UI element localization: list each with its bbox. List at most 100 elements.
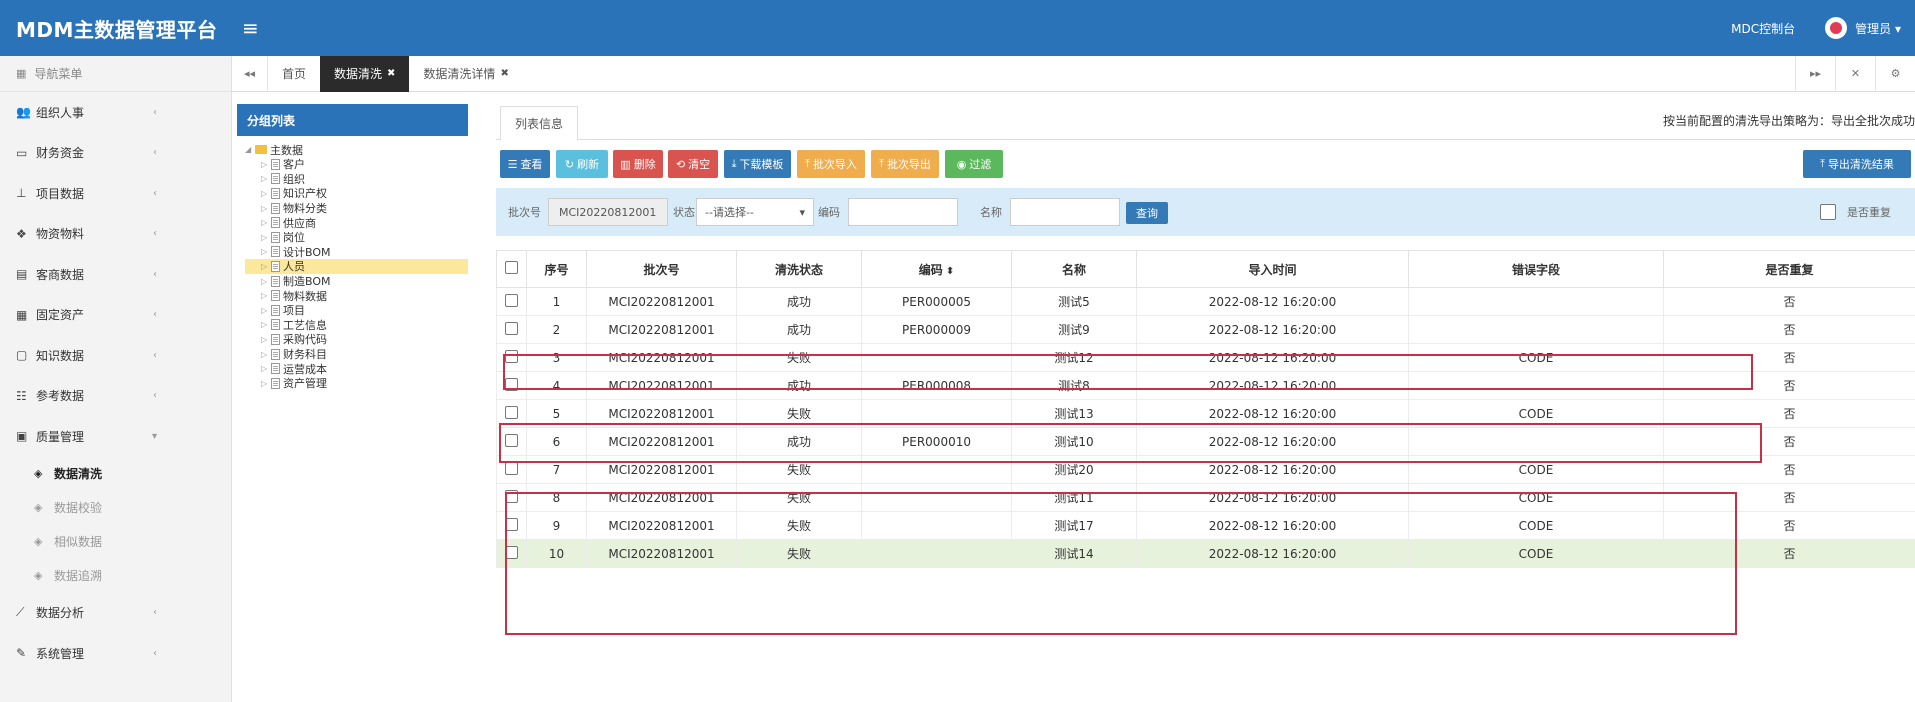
tree-node[interactable]: ▷ 项目 [245, 303, 468, 318]
code-input[interactable] [848, 198, 958, 226]
tree-expand-icon[interactable]: ▷ [261, 204, 271, 213]
tree-expand-icon[interactable]: ◢ [245, 145, 255, 154]
refresh-button[interactable]: ↻ 刷新 [556, 150, 608, 178]
row-select-cell[interactable] [496, 427, 527, 456]
tree-expand-icon[interactable]: ▷ [261, 277, 271, 286]
clear-button[interactable]: ⟲ 清空 [668, 150, 718, 178]
row-checkbox[interactable] [505, 377, 518, 391]
row-select-cell[interactable] [496, 539, 527, 568]
repeat-checkbox[interactable] [1820, 204, 1836, 220]
table-row[interactable]: 2 MCI20220812001 成功 PER000009 测试9 2022-08-12 … [496, 315, 1915, 344]
table-row[interactable]: 3 MCI20220812001 失败 测试12 2022-08-12 16:20:00… [496, 343, 1915, 372]
tree-expand-icon[interactable]: ▷ [261, 364, 271, 373]
tree-node[interactable]: ▷ 物料分类 [245, 201, 468, 216]
tree-node[interactable]: ▷ 供应商 [245, 215, 468, 230]
tree-node[interactable]: ▷ 客户 [245, 157, 468, 172]
table-row[interactable]: 6 MCI20220812001 成功 PER000010 测试10 2022-08-12… [496, 427, 1915, 456]
sidebar-item-1[interactable]: ▭ 财务资金 ‹ [0, 133, 231, 174]
close-icon[interactable]: ✖ [387, 68, 395, 79]
tab-list-info[interactable]: 列表信息 [500, 106, 579, 141]
tree-expand-icon[interactable]: ▷ [261, 262, 271, 271]
sidebar-item-6[interactable]: ▢ 知识数据 ‹ [0, 335, 231, 376]
search-button[interactable]: 查询 [1126, 202, 1168, 224]
gear-icon[interactable]: ⚙ [1875, 55, 1915, 92]
user-menu[interactable]: 管理员 ▾ [1855, 20, 1901, 37]
sidebar-item-0[interactable]: 👥 组织人事 ‹ [0, 92, 231, 133]
sidebar-subitem-0[interactable]: ◈ 数据清洗 [0, 457, 231, 491]
sidebar-item-4[interactable]: ▤ 客商数据 ‹ [0, 254, 231, 295]
sidebar-item-5[interactable]: ▦ 固定资产 ‹ [0, 295, 231, 336]
table-row[interactable]: 9 MCI20220812001 失败 测试17 2022-08-12 16:20:00… [496, 511, 1915, 540]
row-checkbox[interactable] [505, 349, 518, 363]
table-row[interactable]: 5 MCI20220812001 失败 测试13 2022-08-12 16:20:00… [496, 399, 1915, 428]
tab-scroll-left-icon[interactable]: ◂◂ [232, 55, 268, 92]
row-checkbox[interactable] [505, 405, 518, 419]
row-checkbox[interactable] [505, 489, 518, 503]
avatar[interactable] [1825, 17, 1848, 39]
batch-input[interactable]: MCI20220812001 [548, 198, 668, 226]
sidebar-subitem-3[interactable]: ◈ 数据追溯 [0, 559, 231, 593]
row-checkbox[interactable] [505, 461, 518, 475]
status-select[interactable]: --请选择-- ▾ [696, 198, 814, 226]
column-header[interactable]: 编码 ⬍ [861, 250, 1012, 288]
tree-node[interactable]: ▷ 工艺信息 [245, 318, 468, 333]
name-input[interactable] [1010, 198, 1120, 226]
tree-node[interactable]: ▷ 设计BOM [245, 245, 468, 260]
sidebar-bottom-item-1[interactable]: ✎ 系统管理 ‹ [0, 633, 231, 674]
row-checkbox[interactable] [505, 517, 518, 531]
batch-export-button[interactable]: ⤒ 批次导出 [871, 150, 939, 178]
tree-node[interactable]: ▷ 知识产权 [245, 186, 468, 201]
row-select-cell[interactable] [496, 287, 527, 316]
close-icon[interactable]: ✖ [500, 68, 508, 79]
tree-expand-icon[interactable]: ▷ [261, 379, 271, 388]
tree-node[interactable]: ▷ 采购代码 [245, 332, 468, 347]
delete-button[interactable]: ▥ 删除 [613, 150, 663, 178]
tree-expand-icon[interactable]: ▷ [261, 306, 271, 315]
row-select-cell[interactable] [496, 483, 527, 512]
tree-node[interactable]: ▷ 物料数据 [245, 288, 468, 303]
tree-node[interactable]: ▷ 人员 [245, 259, 468, 274]
fullscreen-icon[interactable]: ✕ [1835, 55, 1875, 92]
table-row[interactable]: 4 MCI20220812001 成功 PER000008 测试8 2022-08-12 … [496, 371, 1915, 400]
tree-node[interactable]: ▷ 运营成本 [245, 361, 468, 376]
table-row[interactable]: 1 MCI20220812001 成功 PER000005 测试5 2022-08-12 … [496, 287, 1915, 316]
row-checkbox[interactable] [505, 293, 518, 307]
tree-expand-icon[interactable]: ▷ [261, 350, 271, 359]
row-select-cell[interactable] [496, 371, 527, 400]
tab-scroll-right-icon[interactable]: ▸▸ [1795, 55, 1835, 92]
row-checkbox[interactable] [505, 321, 518, 335]
export-result-button[interactable]: ⤒ 导出清洗结果 [1803, 150, 1911, 178]
tab-0[interactable]: 首页 [268, 56, 320, 92]
row-select-cell[interactable] [496, 315, 527, 344]
tree-expand-icon[interactable]: ▷ [261, 218, 271, 227]
row-select-cell[interactable] [496, 511, 527, 540]
sidebar-item-8[interactable]: ▣ 质量管理 ▾ [0, 416, 231, 457]
sidebar-item-2[interactable]: ⊥ 项目数据 ‹ [0, 173, 231, 214]
query-button[interactable]: ☰ 查看 [500, 150, 550, 178]
row-checkbox[interactable] [505, 545, 518, 559]
filter-button[interactable]: ◉ 过滤 [945, 150, 1003, 178]
sidebar-item-7[interactable]: ☷ 参考数据 ‹ [0, 376, 231, 417]
table-row[interactable]: 7 MCI20220812001 失败 测试20 2022-08-12 16:20:00… [496, 455, 1915, 484]
tree-expand-icon[interactable]: ▷ [261, 189, 271, 198]
select-all-header[interactable] [496, 250, 527, 288]
select-all-checkbox[interactable] [505, 261, 518, 274]
console-link[interactable]: MDC控制台 [1731, 20, 1795, 37]
row-select-cell[interactable] [496, 399, 527, 428]
tab-2[interactable]: 数据清洗详情 ✖ [409, 56, 522, 92]
table-row[interactable]: 10 MCI20220812001 失败 测试14 2022-08-12 16:20:0… [496, 539, 1915, 568]
menu-toggle-icon[interactable]: ≡ [232, 16, 259, 40]
sidebar-subitem-1[interactable]: ◈ 数据校验 [0, 491, 231, 525]
tree-node[interactable]: ▷ 制造BOM [245, 274, 468, 289]
tree-expand-icon[interactable]: ▷ [261, 335, 271, 344]
tab-1[interactable]: 数据清洗 ✖ [320, 55, 410, 92]
batch-import-button[interactable]: ⤒ 批次导入 [797, 150, 865, 178]
row-select-cell[interactable] [496, 343, 527, 372]
sidebar-subitem-2[interactable]: ◈ 相似数据 [0, 525, 231, 559]
download-template-button[interactable]: ⤓ 下载模板 [724, 150, 791, 178]
sort-icon[interactable]: ⬍ [946, 266, 954, 277]
tree-expand-icon[interactable]: ▷ [261, 247, 271, 256]
tree-expand-icon[interactable]: ▷ [261, 320, 271, 329]
tree-expand-icon[interactable]: ▷ [261, 160, 271, 169]
tree-expand-icon[interactable]: ▷ [261, 174, 271, 183]
